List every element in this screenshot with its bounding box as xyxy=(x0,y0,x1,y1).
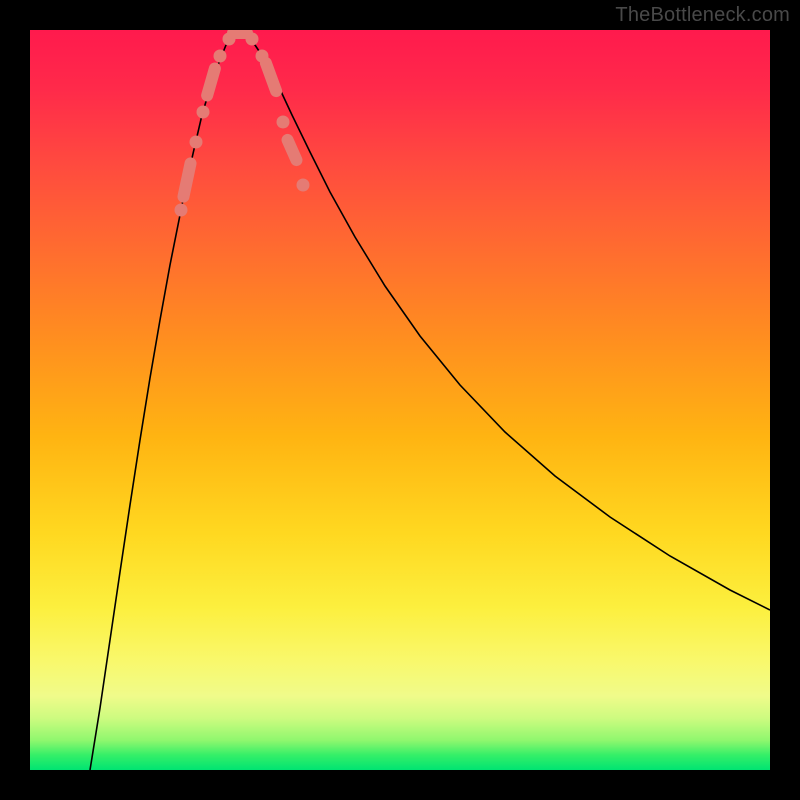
marker-dot xyxy=(175,204,188,217)
marker-capsule xyxy=(258,55,284,99)
salmon-markers xyxy=(175,30,310,217)
marker-dot xyxy=(277,116,290,129)
curve-right xyxy=(255,45,770,610)
marker-dot xyxy=(246,33,259,46)
watermark-text: TheBottleneck.com xyxy=(615,4,790,27)
curve-left xyxy=(90,45,226,770)
curve-svg xyxy=(30,30,770,770)
marker-dot xyxy=(190,136,203,149)
marker-capsule xyxy=(176,156,197,203)
chart-frame: TheBottleneck.com xyxy=(0,0,800,800)
marker-dot xyxy=(214,50,227,63)
plot-area xyxy=(30,30,770,770)
marker-capsule xyxy=(200,61,223,103)
marker-capsule xyxy=(280,132,305,168)
marker-dot xyxy=(197,106,210,119)
marker-dot xyxy=(297,179,310,192)
